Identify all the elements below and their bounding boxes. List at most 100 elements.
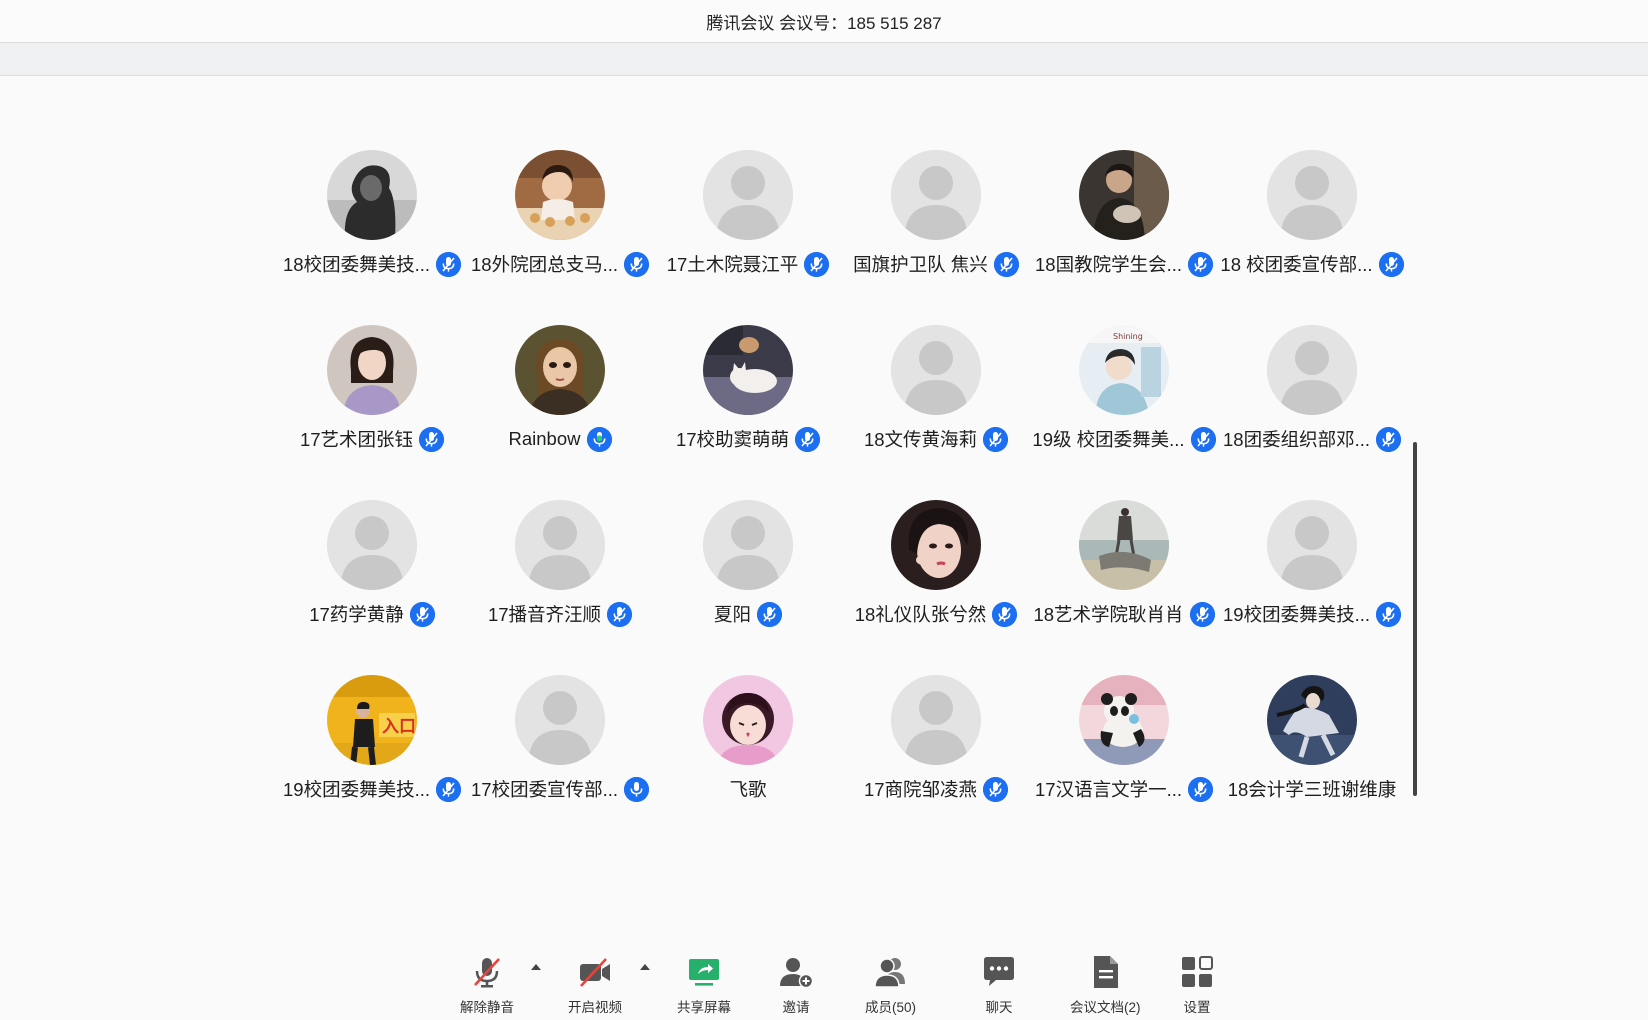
participant-tile[interactable]: 18礼仪队张兮然 [842, 500, 1030, 675]
muted-mic-icon [467, 952, 507, 992]
video-options-caret[interactable] [640, 964, 650, 970]
participant-avatar [703, 675, 793, 765]
participant-name-row: 18校团委舞美技... [283, 250, 461, 278]
participant-name-row: 国旗护卫队 焦兴 [853, 250, 1019, 278]
participant-name: Rainbow [508, 428, 581, 449]
participant-name: 18会计学三班谢维康 [1227, 779, 1397, 800]
mic-muted-icon [757, 601, 782, 627]
participant-name: 17校助窦萌萌 [675, 429, 790, 450]
camera-off-icon [575, 952, 615, 992]
participant-tile[interactable]: 飞歌 [654, 675, 842, 850]
participant-tile[interactable]: 17校团委宣传部... [466, 675, 654, 850]
document-icon [1085, 952, 1125, 992]
participant-name: 17汉语言文学一... [1035, 779, 1182, 800]
window-title-bar: 腾讯会议 会议号：185 515 287 [0, 0, 1648, 43]
participant-avatar [1079, 150, 1169, 240]
meeting-docs-label: 会议文档(2) [1070, 1000, 1141, 1015]
participant-tile[interactable]: 19校团委舞美技... [1218, 500, 1406, 675]
participant-name: 18 校团委宣传部... [1220, 254, 1373, 275]
participant-tile[interactable]: Shining 19级 校团委舞美... [1030, 325, 1218, 500]
mic-muted-icon [624, 251, 649, 277]
settings-button[interactable]: 设置 [1177, 952, 1217, 1016]
unmute-label: 解除静音 [460, 1000, 514, 1015]
participant-name: 18礼仪队张兮然 [854, 604, 987, 625]
participant-name-row: 夏阳 [714, 600, 782, 628]
participant-name: 17播音齐汪顺 [487, 604, 602, 625]
members-button[interactable]: 成员(50) [865, 952, 916, 1016]
participant-name: 19校团委舞美技... [1223, 604, 1370, 625]
participant-name-row: 17校团委宣传部... [471, 775, 649, 803]
participant-tile[interactable]: Rainbow [466, 325, 654, 500]
participant-tile[interactable]: 18会计学三班谢维康 [1218, 675, 1406, 850]
participant-tile[interactable]: 18外院团总支马... [466, 150, 654, 325]
participant-tile[interactable]: 17商院邹凌燕 [842, 675, 1030, 850]
participant-tile[interactable]: 入口 19校团委舞美技... [278, 675, 466, 850]
participant-name: 17艺术团张钰 [299, 429, 414, 450]
share-screen-label: 共享屏幕 [677, 1000, 731, 1015]
mic-muted-icon [436, 776, 461, 802]
invite-button[interactable]: 邀请 [776, 952, 816, 1016]
audio-options-caret[interactable] [531, 964, 541, 970]
participant-tile[interactable]: 17药学黄静 [278, 500, 466, 675]
participant-tile[interactable]: 18校团委舞美技... [278, 150, 466, 325]
members-icon [871, 952, 911, 992]
participant-tile[interactable]: 17土木院聂江平 [654, 150, 842, 325]
participant-tile[interactable]: 18国教院学生会... [1030, 150, 1218, 325]
participant-name: 18艺术学院耿肖肖 [1033, 604, 1184, 625]
participant-avatar: Shining [1079, 325, 1169, 415]
participant-avatar [1079, 500, 1169, 590]
default-avatar-icon [703, 500, 793, 590]
unmute-button[interactable]: 解除静音 [460, 952, 514, 1016]
mic-on-icon [624, 776, 649, 802]
share-screen-button[interactable]: 共享屏幕 [677, 952, 731, 1016]
participant-tile[interactable]: 18团委组织部邓... [1218, 325, 1406, 500]
default-avatar-icon [515, 675, 605, 765]
participant-tile[interactable]: 17播音齐汪顺 [466, 500, 654, 675]
default-avatar-icon [1267, 500, 1357, 590]
participant-name-row: 18艺术学院耿肖肖 [1033, 600, 1215, 628]
chat-icon [979, 952, 1019, 992]
participant-tile[interactable]: 18 校团委宣传部... [1218, 150, 1406, 325]
participant-name: 18团委组织部邓... [1223, 429, 1370, 450]
mic-muted-icon [1190, 426, 1216, 452]
participant-name: 19级 校团委舞美... [1032, 429, 1185, 450]
meeting-docs-button[interactable]: 会议文档(2) [1070, 952, 1141, 1016]
participant-name: 飞歌 [729, 779, 767, 800]
default-avatar-icon [327, 500, 417, 590]
scrollbar[interactable] [1413, 442, 1417, 796]
participant-tile[interactable]: 夏阳 [654, 500, 842, 675]
participant-avatar [327, 325, 417, 415]
default-avatar-icon [891, 150, 981, 240]
invite-label: 邀请 [782, 1000, 810, 1015]
participant-name: 夏阳 [713, 604, 751, 625]
participant-name-row: 17商院邹凌燕 [864, 775, 1009, 803]
mic-muted-icon [419, 426, 445, 452]
mic-muted-icon [1189, 601, 1215, 627]
participant-name-row: 18会计学三班谢维康 [1228, 775, 1397, 803]
top-info-bar [0, 43, 1648, 76]
participant-tile[interactable]: 18文传黄海莉 [842, 325, 1030, 500]
participant-tile[interactable]: 17校助窦萌萌 [654, 325, 842, 500]
start-video-button[interactable]: 开启视频 [568, 952, 622, 1016]
participant-name-row: 17播音齐汪顺 [487, 600, 633, 628]
default-avatar-icon [515, 500, 605, 590]
grid-settings-icon [1177, 952, 1217, 992]
mic-muted-icon [804, 251, 830, 277]
participant-avatar: 入口 [327, 675, 417, 765]
mic-muted-icon [1376, 426, 1401, 452]
participant-name: 国旗护卫队 焦兴 [853, 254, 988, 275]
participant-tile[interactable]: 18艺术学院耿肖肖 [1030, 500, 1218, 675]
chat-button[interactable]: 聊天 [979, 952, 1019, 1016]
participant-name-row: 18 校团委宣传部... [1220, 250, 1404, 278]
participant-name: 18校团委舞美技... [283, 254, 430, 275]
mic-muted-icon [983, 426, 1009, 452]
mic-muted-icon [436, 251, 461, 277]
participant-tile[interactable]: 17汉语言文学一... [1030, 675, 1218, 850]
mic-muted-icon [607, 601, 633, 627]
participant-avatar [891, 500, 981, 590]
participant-tile[interactable]: 17艺术团张钰 [278, 325, 466, 500]
participant-avatar [515, 325, 605, 415]
participant-avatar [703, 325, 793, 415]
participant-tile[interactable]: 国旗护卫队 焦兴 [842, 150, 1030, 325]
participant-name-row: 19校团委舞美技... [283, 775, 461, 803]
